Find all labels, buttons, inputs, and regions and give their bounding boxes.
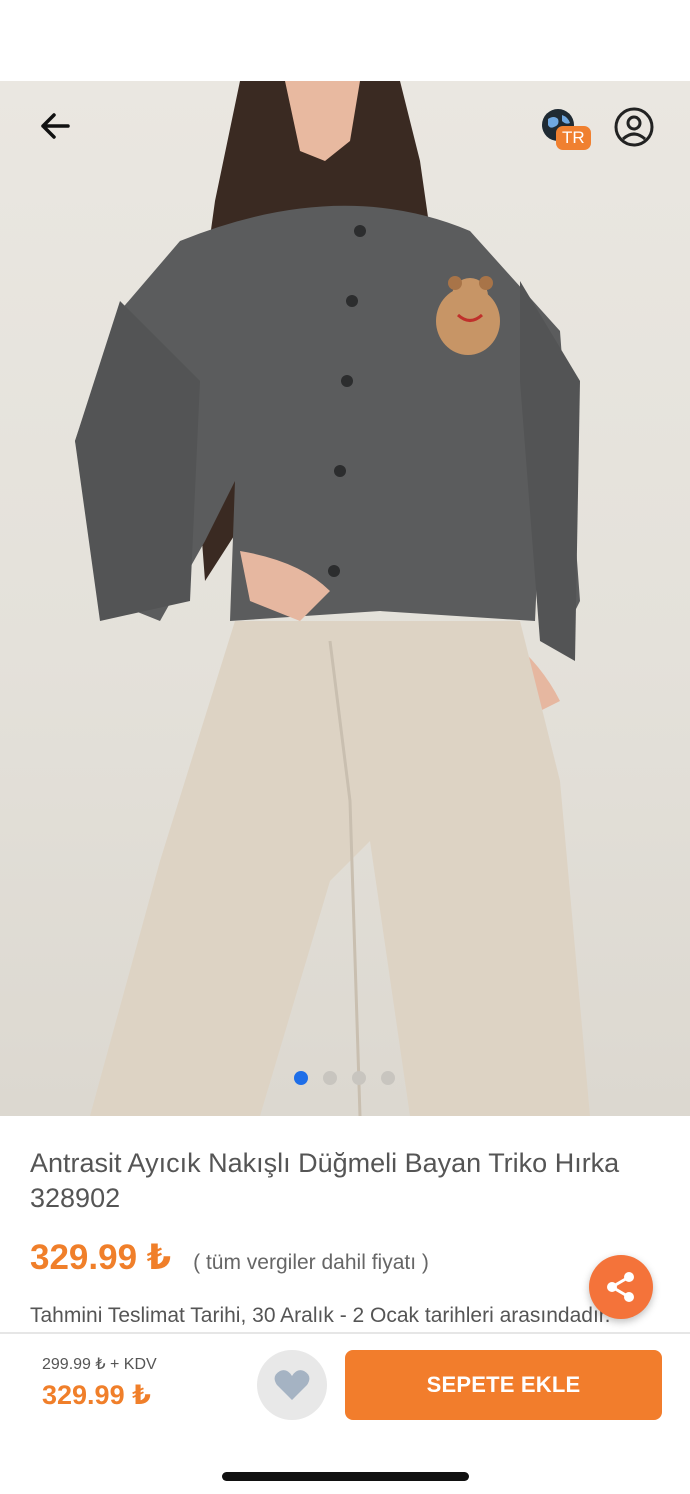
product-image-gallery[interactable]: TR: [0, 81, 690, 1116]
home-indicator: [222, 1472, 469, 1481]
back-button[interactable]: [30, 103, 80, 149]
add-to-cart-button[interactable]: SEPETE EKLE: [345, 1350, 662, 1420]
arrow-left-icon: [41, 113, 70, 139]
status-bar: [0, 0, 690, 81]
delivery-info: Tahmini Teslimat Tarihi, 30 Aralık - 2 O…: [30, 1304, 611, 1327]
product-price: 329.99 ₺: [30, 1238, 172, 1277]
bottom-price: 329.99 ₺: [42, 1380, 151, 1410]
language-button[interactable]: TR: [540, 105, 596, 157]
language-badge: TR: [556, 126, 591, 150]
price-excl-tax: 299.99 ₺ + KDV: [42, 1356, 157, 1373]
pagination-dot[interactable]: [294, 1071, 308, 1085]
heart-icon: [274, 1370, 310, 1400]
pagination-dot[interactable]: [352, 1071, 366, 1085]
product-title: Antrasit Ayıcık Nakışlı Düğmeli Bayan Tr…: [30, 1148, 620, 1213]
price-note: ( tüm vergiler dahil fiyatı ): [193, 1251, 429, 1274]
share-button[interactable]: [589, 1255, 653, 1319]
user-circle-icon: [614, 107, 654, 147]
product-photo: [75, 81, 590, 1116]
bottom-action-bar: 299.99 ₺ + KDV 329.99 ₺ SEPETE EKLE: [0, 1332, 690, 1494]
price-row: 329.99 ₺ ( tüm vergiler dahil fiyatı ): [30, 1238, 429, 1278]
pagination-dot[interactable]: [323, 1071, 337, 1085]
pagination-dot[interactable]: [381, 1071, 395, 1085]
favorite-button[interactable]: [257, 1350, 327, 1420]
profile-button[interactable]: [612, 105, 656, 149]
share-icon: [607, 1272, 634, 1302]
gallery-pagination: [0, 1071, 690, 1085]
